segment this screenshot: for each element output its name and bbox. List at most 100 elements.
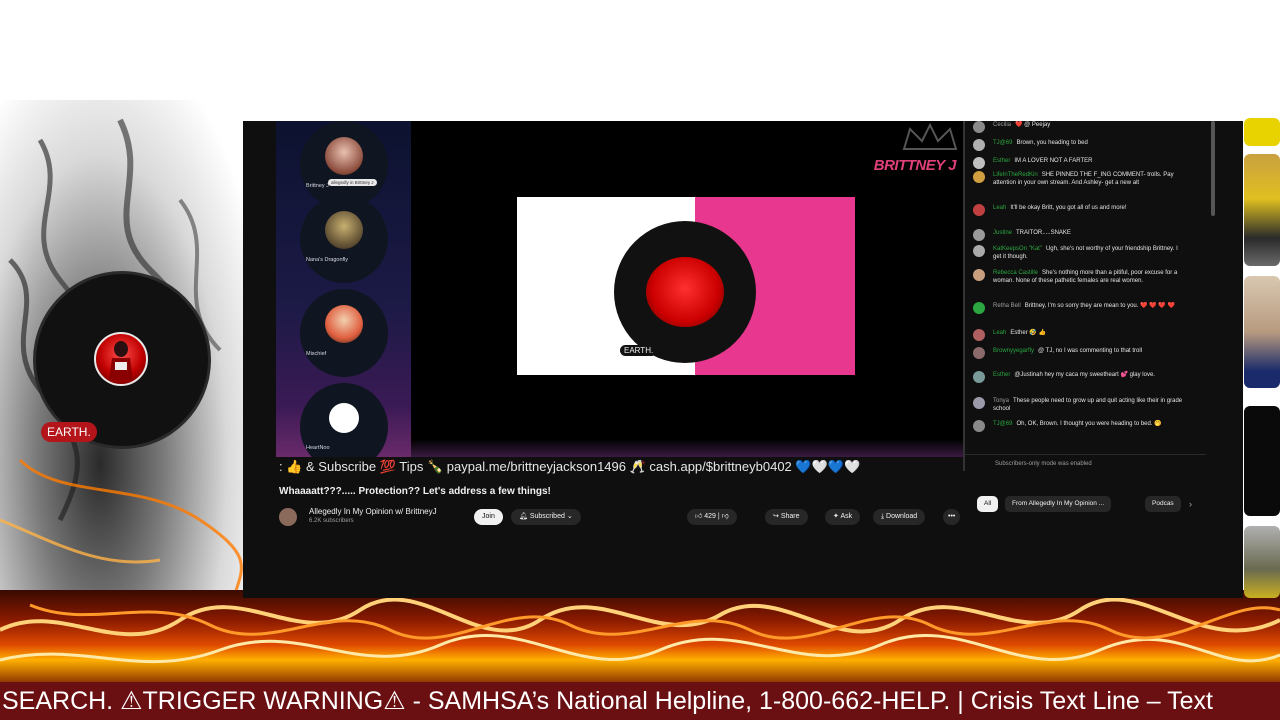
related-chips: All From Allegedly In My Opinion ... Pod… [977,496,1207,512]
guest-name: Mischief [306,351,327,357]
thumbs-down-icon: | 👎︎ [715,513,729,520]
chat-avatar [973,229,985,241]
chat-text: @ TJ, no I was commenting to that troll [1038,348,1143,354]
participant-thumbnail [1244,118,1280,146]
download-label: Download [886,513,918,520]
chat-author: Leah [993,330,1007,336]
chat-avatar [973,139,985,151]
chat-message-body: KatKeepsOn "Kat" Ugh, she's not worthy of… [993,245,1183,261]
chat-avatar [973,171,985,183]
channel-avatar[interactable] [279,508,297,526]
chat-message: Justine TRAITOR.....SNAKE [973,229,1183,241]
chat-text: @Justinah hey my caca my sweetheart 💕 gl… [1014,372,1155,378]
chat-message: Esther IM A LOVER NOT A FARTER [973,157,1183,169]
channel-name[interactable]: Allegedly In My Opinion w/ BrittneyJ [309,507,437,516]
download-button[interactable]: ⤓ Download [873,509,926,525]
guest-name: HeartNoo [306,445,330,451]
chat-author: Cecilia [993,122,1012,128]
chat-scrollbar[interactable] [1211,121,1215,216]
chat-message: Esther @Justinah hey my caca my sweethear… [973,371,1183,383]
chat-text: TRAITOR.....SNAKE [1016,230,1071,236]
participant-thumbnail [1244,276,1280,388]
streamer-avatar [36,274,208,446]
chat-message-body: TJ@69 Oh, OK, Brown. I thought you were h… [993,420,1183,428]
share-label: Share [780,513,800,520]
chat-text: Brown, you heading to bed [1016,140,1088,146]
subscribed-button[interactable]: 🔔︎ Subscribed ⌄ [511,509,581,525]
participant-thumbnail [1244,406,1280,516]
chat-avatar [973,397,985,409]
chat-message-body: Retha Bell Brittney, I'm so sorry they ar… [993,302,1183,310]
chip-all[interactable]: All [977,496,999,512]
fire-background [0,590,1280,690]
chat-message: Leah Esther 🤣 👍 [973,329,1183,341]
guest-name: Nana's Dragonfly [306,257,349,263]
chat-author: KatKeepsOn "Kat" [993,246,1042,252]
subscribed-label: Subscribed [529,513,565,520]
video-title: Whaaaatt???..... Protection?? Let's addr… [279,486,551,497]
chat-message: Retha Bell Brittney, I'm so sorry they ar… [973,302,1183,314]
like-button[interactable]: 👍︎ 429 | 👎︎ [687,509,737,525]
chat-avatar [973,371,985,383]
chevron-right-icon[interactable]: › [1189,496,1192,512]
chat-author: TJ@69 [993,421,1013,427]
chat-text: Oh, OK, Brown. I thought you were headin… [1016,421,1162,427]
live-chat-panel: Cecilia ❤️ @ Peejay TJ@69 Brown, you headin… [963,121,1206,471]
chat-message: LifeInTheRedKin SHE PINNED THE F_ING COMM… [973,171,1183,187]
chat-avatar [973,420,985,432]
ask-button[interactable]: ✦ Ask [825,509,861,525]
chip-podcasts[interactable]: Podcas [1145,496,1181,512]
chat-message-body: LifeInTheRedKin SHE PINNED THE F_ING COMM… [993,171,1183,187]
record-disc [614,221,756,363]
join-button[interactable]: Join [474,509,503,525]
chat-text: ❤️ @ Peejay [1015,122,1051,128]
chat-author: Tonya [993,398,1010,404]
chat-message: Cecilia ❤️ @ Peejay [973,121,1183,133]
chat-author: Rebecca Castille [993,270,1039,276]
participant-thumbnails [1244,118,1280,598]
chat-message: TJ@69 Oh, OK, Brown. I thought you were h… [973,420,1183,432]
guest-tile: Mischief [300,289,388,377]
share-icon: ↪ [773,513,781,520]
default-user-icon [329,403,359,433]
chat-author: Justine [993,230,1013,236]
chat-message-body: Leah Esther 🤣 👍 [993,329,1183,337]
shared-video-art: EARTH. [517,197,855,375]
share-button[interactable]: ↪ Share [765,509,808,525]
chat-message-body: Justine TRAITOR.....SNAKE [993,229,1183,237]
chat-text: It'll be okay Britt, you got all of us a… [1010,205,1127,211]
chat-avatar [973,269,985,281]
like-count: 429 [704,513,716,520]
chat-message-body: Rebecca Castille She's nothing more than … [993,269,1183,285]
thumbs-up-icon: 👍︎ [695,513,705,520]
chat-author: Brownyyegarfly [993,348,1035,354]
chat-author: TJ@69 [993,140,1013,146]
chat-avatar [973,121,985,133]
chat-mode-notice: Subscribers-only mode was enabled [965,454,1206,471]
chat-avatar [973,302,985,314]
chat-message: Brownyyegarfly @ TJ, no I was commenting … [973,347,1183,359]
more-actions-button[interactable]: ••• [943,509,961,525]
bell-icon: 🔔︎ [519,513,530,520]
streamer-photo [94,332,148,386]
video-bottom-gradient [411,439,964,457]
video-player[interactable]: Brittney J allegedly in Brittney J Nana'… [276,121,964,457]
chat-message-body: Esther IM A LOVER NOT A FARTER [993,157,1183,165]
chip-from-channel[interactable]: From Allegedly In My Opinion ... [1005,496,1112,512]
chat-author: Retha Bell [993,303,1021,309]
guest-tile: HeartNoo [300,383,388,457]
chat-text: These people need to grow up and quit ac… [993,398,1183,412]
chat-message-body: Leah It'll be okay Britt, you got all of … [993,204,1183,212]
chat-avatar [973,329,985,341]
chat-author: Esther [993,158,1011,164]
chat-message: Leah It'll be okay Britt, you got all of … [973,204,1183,216]
participant-thumbnail [1244,154,1280,266]
chat-message-body: Tonya These people need to grow up and qu… [993,397,1183,413]
chevron-down-icon: ⌄ [564,513,573,520]
chat-avatar [973,157,985,169]
chat-author: Esther [993,372,1011,378]
captured-livestream-window: Brittney J allegedly in Brittney J Nana'… [243,121,1243,598]
chat-avatar [973,204,985,216]
stream-overlay: SEARCH. ⚠TRIGGER WARNING⚠ - SAMHSA’s Nat… [0,0,1280,720]
guest-tile: Nana's Dragonfly [300,195,388,283]
